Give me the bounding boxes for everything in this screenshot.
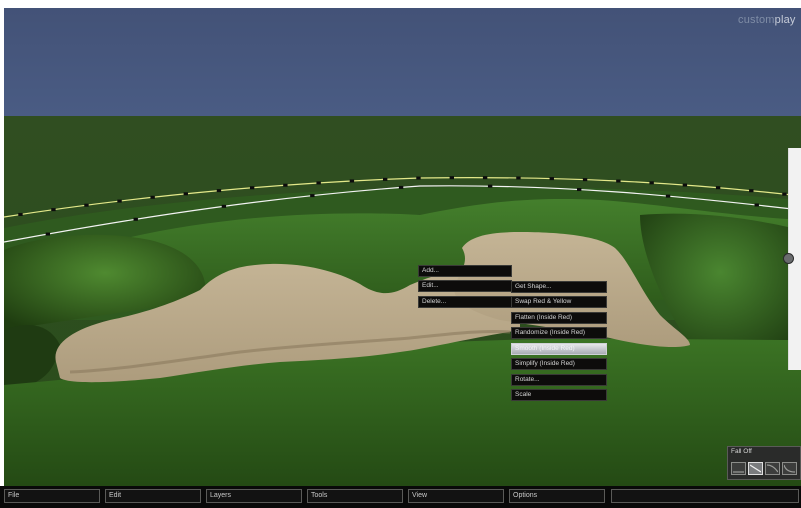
menu-item-edit[interactable]: Edit... bbox=[418, 280, 512, 292]
menubar-file[interactable]: File bbox=[4, 489, 100, 503]
yellow-spline-point[interactable] bbox=[549, 177, 554, 181]
falloff-button-curve[interactable] bbox=[765, 462, 780, 475]
yellow-spline-point[interactable] bbox=[283, 183, 288, 187]
white-spline-point[interactable] bbox=[133, 217, 138, 221]
menu-item-swap-red-yellow[interactable]: Swap Red & Yellow bbox=[511, 296, 607, 308]
falloff-sharp-icon bbox=[784, 464, 795, 473]
yellow-spline-point[interactable] bbox=[150, 195, 155, 199]
menubar-status bbox=[611, 489, 799, 503]
yellow-spline-point[interactable] bbox=[482, 176, 488, 180]
yellow-spline-point[interactable] bbox=[449, 176, 454, 180]
menu-item-add[interactable]: Add... bbox=[418, 265, 512, 277]
menu-item-randomize[interactable]: Randomize (Inside Red) bbox=[511, 327, 607, 339]
white-spline-point[interactable] bbox=[221, 204, 227, 208]
terrain-scene[interactable] bbox=[4, 8, 801, 486]
white-spline-point[interactable] bbox=[398, 185, 404, 189]
falloff-title: Fall Off bbox=[731, 448, 752, 455]
menubar-layers[interactable]: Layers bbox=[206, 489, 302, 503]
white-spline-point[interactable] bbox=[754, 203, 759, 207]
yellow-spline-point[interactable] bbox=[249, 186, 255, 190]
menu-item-scale[interactable]: Scale bbox=[511, 389, 607, 401]
yellow-spline-point[interactable] bbox=[382, 177, 388, 181]
yellow-spline-point[interactable] bbox=[682, 183, 688, 187]
yellow-spline-point[interactable] bbox=[616, 179, 621, 183]
falloff-flat-icon bbox=[733, 471, 744, 473]
yellow-spline-point[interactable] bbox=[782, 192, 787, 196]
yellow-spline-point[interactable] bbox=[183, 192, 188, 196]
yellow-spline-point[interactable] bbox=[84, 203, 89, 207]
falloff-button-sharp[interactable] bbox=[782, 462, 797, 475]
menu-item-smooth[interactable]: Smooth (Inside Red) bbox=[511, 343, 607, 355]
white-spline-point[interactable] bbox=[310, 194, 315, 198]
menu-item-rotate[interactable]: Rotate... bbox=[511, 374, 607, 386]
menu-item-simplify[interactable]: Simplify (Inside Red) bbox=[511, 358, 607, 370]
customplay-logo: customplay bbox=[738, 14, 796, 26]
yellow-spline-point[interactable] bbox=[216, 189, 222, 193]
vertical-slider-knob[interactable] bbox=[783, 253, 794, 264]
falloff-curve-icon bbox=[767, 464, 778, 473]
yellow-spline-point[interactable] bbox=[516, 176, 521, 180]
white-spline-point[interactable] bbox=[45, 232, 51, 236]
sky bbox=[4, 8, 801, 118]
logo-part-custom: custom bbox=[738, 14, 775, 26]
falloff-linear-icon bbox=[750, 464, 761, 473]
falloff-panel: Fall Off bbox=[727, 446, 801, 480]
yellow-spline-point[interactable] bbox=[51, 208, 56, 212]
menu-item-flatten[interactable]: Flatten (Inside Red) bbox=[511, 312, 607, 324]
yellow-spline-point[interactable] bbox=[349, 179, 355, 183]
yellow-spline-point[interactable] bbox=[316, 181, 321, 185]
white-spline-point[interactable] bbox=[576, 188, 582, 192]
yellow-spline-point[interactable] bbox=[649, 181, 654, 185]
menu-item-get-shape[interactable]: Get Shape... bbox=[511, 281, 607, 293]
white-spline-point[interactable] bbox=[665, 194, 671, 198]
app-window: customplay Add... Edit... Delete... Get … bbox=[0, 0, 801, 508]
menubar-options[interactable]: Options bbox=[509, 489, 605, 503]
falloff-button-linear[interactable] bbox=[748, 462, 763, 475]
logo-part-play: play bbox=[774, 14, 796, 26]
yellow-spline-point[interactable] bbox=[715, 186, 721, 190]
yellow-spline-point[interactable] bbox=[117, 199, 122, 203]
yellow-spline-point[interactable] bbox=[582, 178, 588, 182]
yellow-spline-point[interactable] bbox=[416, 176, 421, 180]
menubar-view[interactable]: View bbox=[408, 489, 504, 503]
menubar-edit[interactable]: Edit bbox=[105, 489, 201, 503]
bottom-menubar: File Edit Layers Tools View Options bbox=[0, 486, 801, 508]
yellow-spline-point[interactable] bbox=[749, 189, 754, 193]
menubar-tools[interactable]: Tools bbox=[307, 489, 403, 503]
yellow-spline-point[interactable] bbox=[18, 212, 23, 216]
menu-item-delete[interactable]: Delete... bbox=[418, 296, 512, 308]
falloff-button-flat[interactable] bbox=[731, 462, 746, 475]
terrain-viewport[interactable] bbox=[4, 8, 801, 486]
white-spline-point[interactable] bbox=[487, 184, 493, 188]
